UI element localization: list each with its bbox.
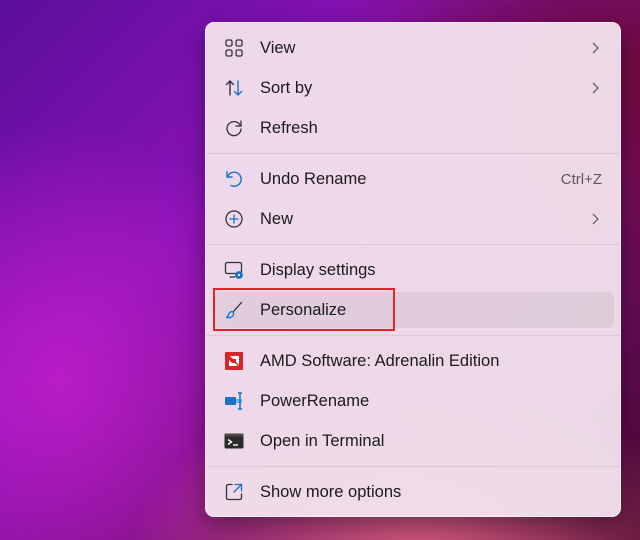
menu-item-powerrename[interactable]: PowerRename bbox=[214, 383, 614, 419]
sort-arrows-icon bbox=[224, 78, 244, 98]
show-more-options-icon bbox=[224, 482, 244, 502]
menu-item-label: Display settings bbox=[260, 261, 376, 279]
menu-item-new[interactable]: New bbox=[214, 201, 614, 237]
menu-item-sort-by[interactable]: Sort by bbox=[214, 70, 614, 106]
menu-item-refresh[interactable]: Refresh bbox=[214, 110, 614, 146]
menu-item-show-more-options[interactable]: Show more options bbox=[214, 474, 614, 510]
menu-item-label: Refresh bbox=[260, 119, 318, 137]
menu-item-label: New bbox=[260, 210, 294, 228]
menu-item-undo-rename[interactable]: Undo Rename Ctrl+Z bbox=[214, 161, 614, 197]
menu-item-label: AMD Software: Adrenalin Edition bbox=[260, 352, 500, 370]
menu-separator bbox=[206, 466, 620, 467]
menu-item-view[interactable]: View bbox=[214, 30, 614, 66]
menu-item-label: PowerRename bbox=[260, 392, 370, 410]
keyboard-shortcut: Ctrl+Z bbox=[560, 171, 602, 188]
menu-separator bbox=[206, 153, 620, 154]
menu-separator bbox=[206, 244, 620, 245]
refresh-icon bbox=[224, 118, 244, 138]
annotation-highlight-box bbox=[213, 288, 395, 331]
menu-item-label: View bbox=[260, 39, 296, 57]
chevron-right-icon bbox=[588, 212, 602, 226]
terminal-icon bbox=[224, 431, 244, 451]
chevron-right-icon bbox=[588, 41, 602, 55]
menu-item-open-in-terminal[interactable]: Open in Terminal bbox=[214, 423, 614, 459]
menu-item-label: Undo Rename bbox=[260, 170, 367, 188]
menu-item-label: Show more options bbox=[260, 483, 402, 501]
menu-separator bbox=[206, 335, 620, 336]
amd-logo-icon bbox=[224, 351, 244, 371]
menu-item-label: Open in Terminal bbox=[260, 432, 385, 450]
menu-item-display-settings[interactable]: Display settings bbox=[214, 252, 614, 288]
display-settings-icon bbox=[224, 260, 244, 280]
chevron-right-icon bbox=[588, 81, 602, 95]
powerrename-icon bbox=[224, 391, 244, 411]
menu-item-amd-software[interactable]: AMD Software: Adrenalin Edition bbox=[214, 343, 614, 379]
menu-item-label: Sort by bbox=[260, 79, 313, 97]
plus-circle-icon bbox=[224, 209, 244, 229]
undo-icon bbox=[224, 169, 244, 189]
view-grid-icon bbox=[224, 38, 244, 58]
desktop-context-menu: View Sort by Refresh Undo Rename Ctrl+Z … bbox=[205, 22, 621, 517]
